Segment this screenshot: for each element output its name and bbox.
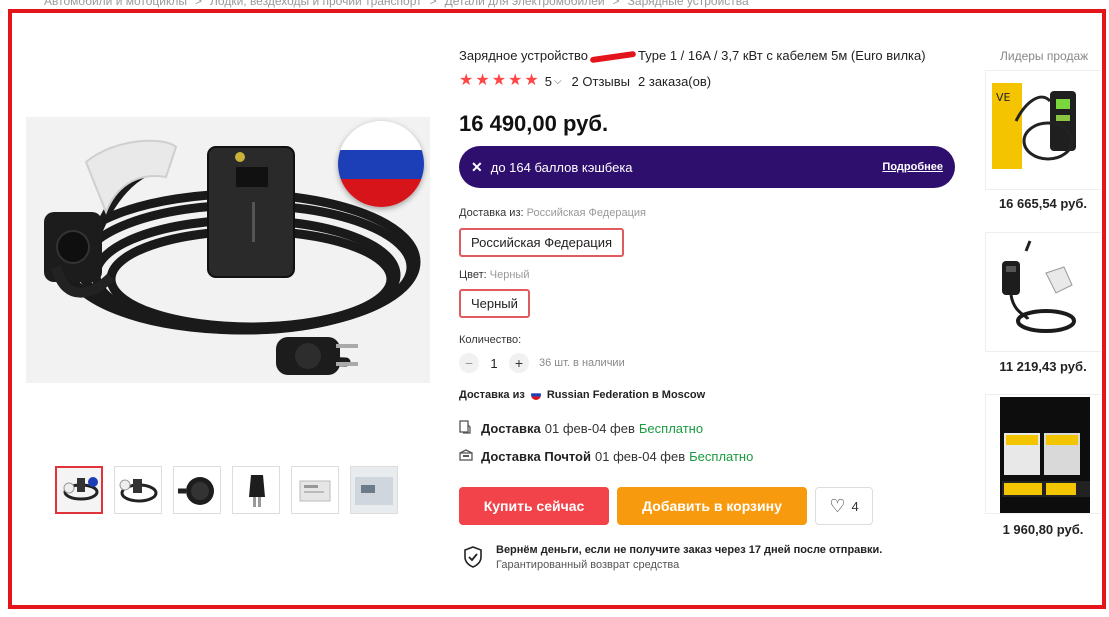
document-icon (459, 420, 473, 437)
heart-icon: ♡ (829, 495, 846, 516)
star-icon: ★ (475, 72, 490, 89)
thumbnail-2[interactable] (114, 466, 162, 514)
delivery-option[interactable]: Доставка 01 фев-04 фев Бесплатно (459, 420, 703, 437)
bestseller-item[interactable] (985, 394, 1101, 514)
bestseller-image: VE (986, 71, 1101, 189)
quantity-minus-button[interactable]: − (459, 353, 479, 373)
breadcrumb-item[interactable]: Зарядные устройства (628, 0, 749, 8)
guarantee-subtitle: Гарантированный возврат средства (496, 559, 680, 571)
breadcrumb-separator: > (195, 0, 203, 8)
rating-row: ★ ★ ★ ★ ★ 5 ⌵ 2 Отзывы 2 заказа(ов) (459, 73, 711, 89)
bestseller-item[interactable]: VE (985, 70, 1101, 190)
wishlist-count: 4 (851, 498, 859, 514)
add-to-cart-button[interactable]: Добавить в корзину (617, 487, 807, 525)
breadcrumb-item[interactable]: Детали для электромобилей (445, 0, 605, 8)
product-title: Зарядное устройство Type 1 / 16A / 3,7 кВ… (459, 48, 929, 63)
redaction-mark (589, 50, 637, 63)
guarantee-text: Вернём деньги, если не получите заказ че… (496, 543, 882, 573)
ship-from-label-text: Доставка из: (459, 207, 524, 219)
bestseller-image (986, 233, 1101, 351)
delivery-option-cost: Бесплатно (638, 421, 704, 436)
breadcrumb-item[interactable]: Автомобили и мотоциклы (44, 0, 187, 8)
bestseller-image (986, 395, 1101, 513)
shield-check-icon (464, 546, 482, 568)
bestseller-item[interactable] (985, 232, 1101, 352)
thumbnail-3[interactable] (173, 466, 221, 514)
product-title-part2: Type 1 / 16A / 3,7 кВт с кабелем 5м (Eur… (638, 48, 926, 63)
svg-text:VE: VE (996, 91, 1011, 104)
money-back-guarantee: Вернём деньги, если не получите заказ че… (462, 543, 882, 573)
thumbnail-4[interactable] (232, 466, 280, 514)
cashback-more-link[interactable]: Подробнее (882, 161, 943, 173)
orders-count: 2 заказа(ов) (638, 73, 712, 89)
cashback-icon: ✕ (471, 158, 483, 175)
bestsellers-title: Лидеры продаж (1000, 49, 1089, 63)
delivery-option-cost: Бесплатно (689, 449, 754, 464)
quantity-plus-button[interactable]: + (509, 353, 529, 373)
bestseller-price: 1 960,80 руб. (1002, 522, 1084, 537)
reviews-link[interactable]: 2 Отзывы (572, 74, 630, 89)
delivery-option[interactable]: Доставка Почтой 01 фев-04 фев Бесплатно (459, 449, 753, 464)
product-price: 16 490,00 руб. (459, 111, 609, 136)
quantity-label: Количество: (459, 334, 522, 346)
ship-from-option[interactable]: Российская Федерация (459, 228, 625, 257)
product-page: Автомобили и мотоциклы > Лодки, вездеходы … (0, 0, 1109, 617)
quantity-value[interactable]: 1 (479, 356, 509, 371)
stock-count: 36 шт. в наличии (539, 357, 625, 369)
wishlist-button[interactable]: ♡ 4 (815, 487, 873, 525)
shipping-origin: Доставка из Russian Federation в Moscow (459, 389, 705, 401)
cashback-text: до 164 баллов кэшбека (490, 159, 633, 175)
russia-flag-icon (530, 390, 541, 400)
quantity-stepper: − 1 + 36 шт. в наличии (459, 353, 625, 373)
star-icon: ★ (508, 72, 523, 89)
thumbnail-gallery (55, 466, 398, 514)
color-value: Черный (489, 269, 530, 281)
main-product-image[interactable] (26, 117, 430, 383)
rating-value: 5 (544, 73, 552, 89)
cashback-banner: ✕ до 164 баллов кэшбека Подробнее (459, 146, 955, 188)
star-icon: ★ (491, 72, 507, 89)
delivery-option-dates: 01 фев-04 фев (595, 449, 686, 464)
breadcrumb-item[interactable]: Лодки, вездеходы и прочий транспорт (210, 0, 422, 8)
color-label: Цвет: Черный (459, 269, 529, 281)
color-option[interactable]: Черный (459, 289, 530, 318)
breadcrumb: Автомобили и мотоциклы > Лодки, вездеходы … (44, 0, 749, 8)
shipping-origin-text: Russian Federation в Moscow (546, 389, 706, 401)
chevron-down-icon[interactable]: ⌵ (554, 76, 562, 87)
buy-now-button[interactable]: Купить сейчас (459, 487, 609, 525)
thumbnail-1[interactable] (55, 466, 103, 514)
breadcrumb-separator: > (429, 0, 437, 8)
delivery-option-name: Доставка Почтой (481, 449, 591, 464)
star-rating: ★ ★ ★ ★ ★ (459, 73, 539, 89)
breadcrumb-separator: > (612, 0, 620, 8)
star-icon: ★ (524, 72, 539, 89)
delivery-option-dates: 01 фев-04 фев (544, 421, 635, 436)
guarantee-title: Вернём деньги, если не получите заказ че… (496, 544, 883, 556)
thumbnail-5[interactable] (291, 466, 339, 514)
post-office-icon (459, 449, 473, 464)
bestseller-price: 16 665,54 руб. (998, 196, 1088, 211)
ship-from-value: Российская Федерация (526, 207, 646, 219)
star-icon: ★ (459, 72, 474, 89)
delivery-option-name: Доставка (481, 421, 541, 436)
russia-flag-icon (338, 121, 424, 207)
thumbnail-6[interactable] (350, 466, 398, 514)
product-title-part1: Зарядное устройство (459, 48, 589, 63)
ship-from-label: Доставка из: Российская Федерация (459, 207, 646, 219)
color-label-text: Цвет: (459, 269, 487, 281)
bestseller-price: 11 219,43 руб. (999, 359, 1087, 374)
shipping-origin-prefix: Доставка из (459, 389, 525, 401)
